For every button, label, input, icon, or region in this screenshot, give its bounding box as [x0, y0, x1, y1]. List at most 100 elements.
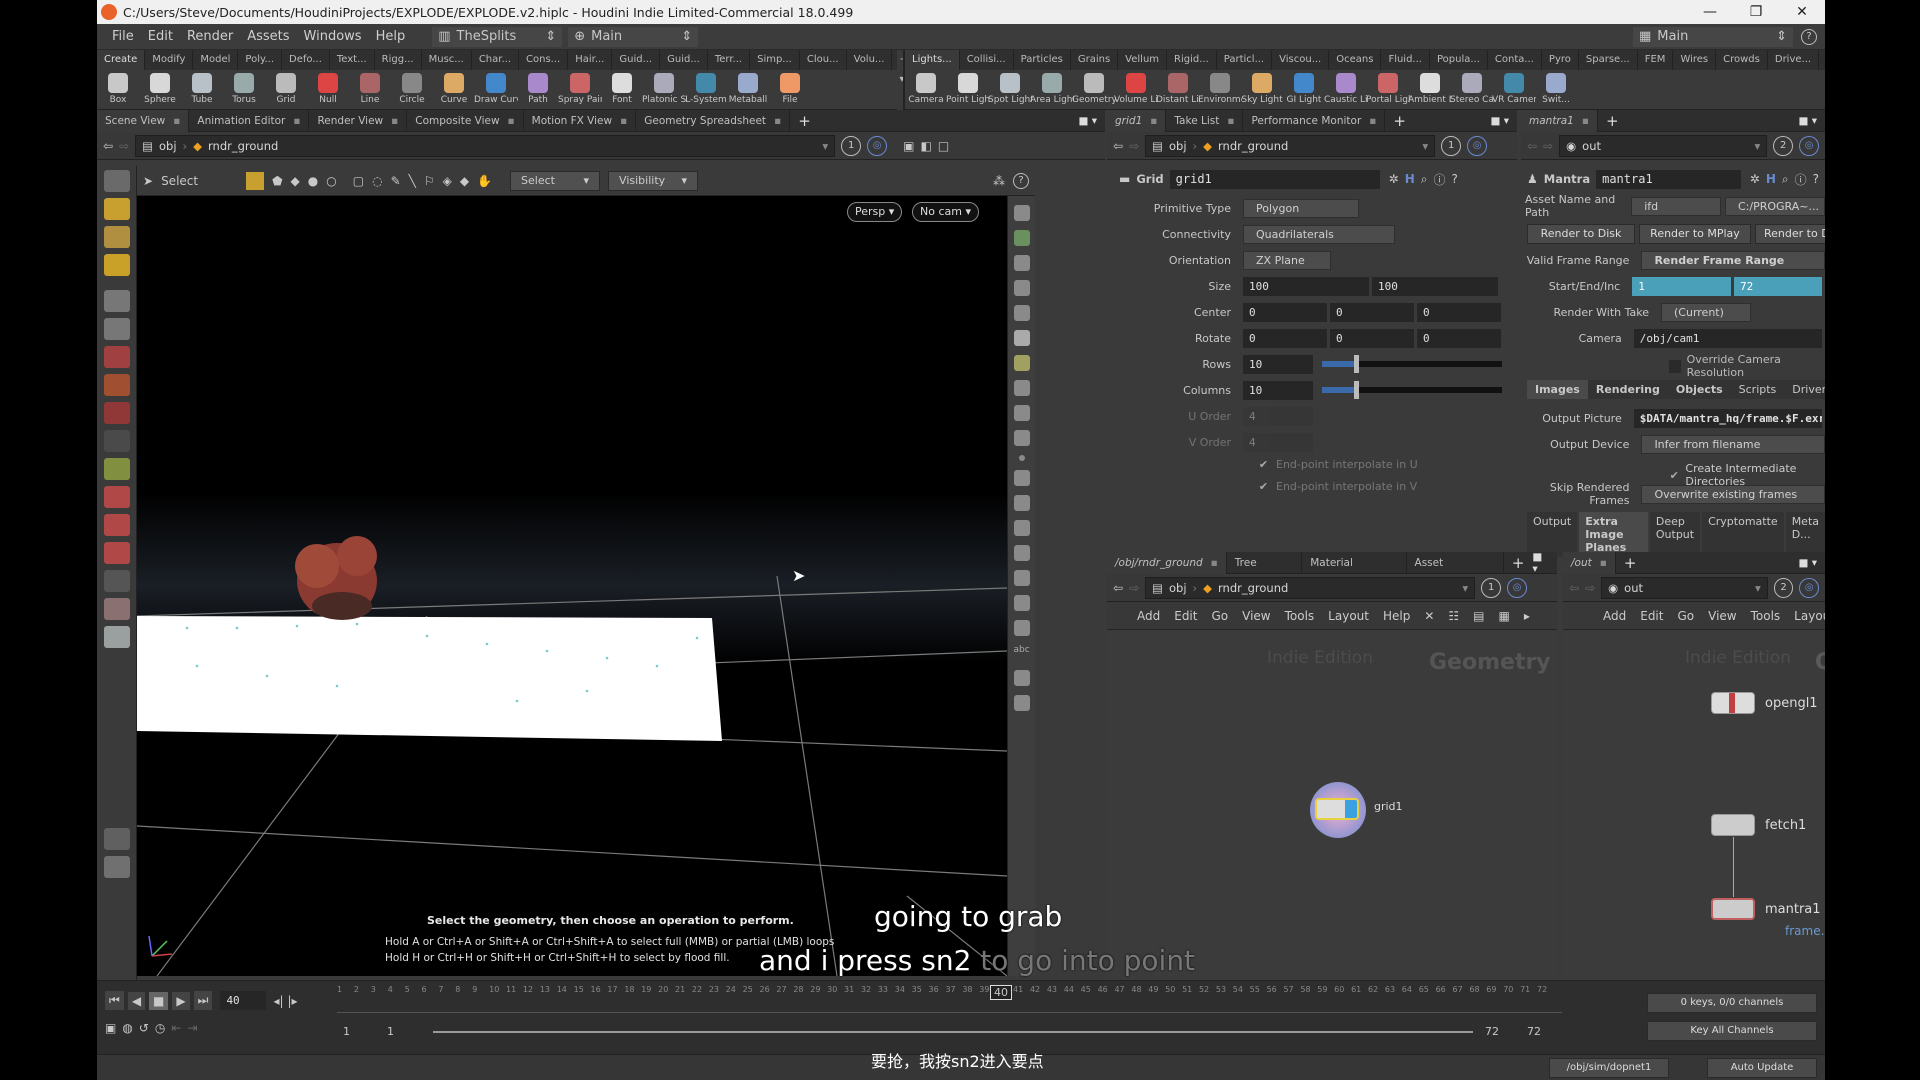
valid-frame-menu[interactable]: Render Frame Range	[1641, 250, 1825, 270]
menu-view[interactable]: View	[1242, 609, 1270, 623]
shelf-right-tab[interactable]: Particl...	[1217, 50, 1273, 70]
text-label-icon[interactable]: abc	[1014, 645, 1030, 661]
face-select-icon[interactable]: ⬟	[272, 174, 282, 188]
shelf-left-tab[interactable]: Guid...	[612, 50, 661, 70]
shelf-tool-null[interactable]: Null	[307, 70, 349, 110]
shelf-left-tab[interactable]: Create	[97, 50, 146, 70]
size-y-field[interactable]: 100	[1372, 276, 1498, 296]
add-tab-icon[interactable]: +	[1385, 112, 1414, 130]
add-tab-icon[interactable]: +	[1616, 554, 1645, 572]
close-button[interactable]: ✕	[1779, 4, 1825, 20]
auto-update-dropdown[interactable]: Auto Update	[1707, 1058, 1817, 1078]
snap-curve-icon[interactable]	[103, 514, 130, 536]
shelf-tool-curve[interactable]: Curve	[433, 70, 475, 110]
out-path-field[interactable]: ◉ out ▾	[1601, 576, 1768, 599]
maximize-button[interactable]: ❐	[1733, 4, 1779, 20]
rows-field[interactable]: 10	[1243, 354, 1313, 374]
end-frame-field[interactable]: 72	[1734, 276, 1822, 296]
construction-plane-icon[interactable]	[103, 598, 130, 620]
shelf-tool-environment-light[interactable]: Environment Light	[1198, 70, 1242, 110]
checkbox-icon[interactable]	[1669, 359, 1681, 373]
menu-go[interactable]: Go	[1211, 609, 1228, 623]
checkbox-icon[interactable]: ✔	[1257, 458, 1270, 471]
corner-icon[interactable]	[1013, 545, 1030, 561]
menu-edit[interactable]: Edit	[1174, 609, 1197, 623]
pick-icon[interactable]: ⚐	[424, 174, 435, 188]
lasso-select-icon[interactable]: ◌	[372, 174, 382, 188]
shelf-left-tab[interactable]: Cons...	[519, 50, 569, 70]
rotate-z-field[interactable]: 0	[1417, 328, 1501, 348]
pin-1-button[interactable]: 1	[1441, 135, 1462, 156]
params-path-field[interactable]: ▤ obj › ◆ rndr_ground ▾	[1145, 134, 1436, 157]
snap-icon[interactable]	[1013, 595, 1030, 611]
tab-rendering[interactable]: Rendering	[1587, 380, 1668, 399]
menu-edit[interactable]: Edit	[1640, 609, 1663, 623]
menu-file[interactable]: File	[105, 29, 141, 44]
primitive-type-menu[interactable]: Polygon	[1243, 198, 1359, 218]
tab-take-list[interactable]: Take List ▪	[1166, 109, 1244, 132]
tab-meta-data[interactable]: Meta D...	[1785, 512, 1825, 557]
path-obj[interactable]: obj	[1169, 581, 1187, 595]
light-link-icon[interactable]	[1013, 380, 1030, 396]
check-endpoint-v[interactable]: ✔ End-point interpolate in V	[1257, 480, 1417, 493]
shelf-right-tab[interactable]: Lights...	[905, 50, 960, 70]
shelf-tool-draw-curve[interactable]: Draw Curve	[474, 70, 518, 110]
shelf-right-tab[interactable]: Vellum	[1118, 50, 1168, 70]
forward-arrow-icon[interactable]: ⇨	[1585, 581, 1595, 595]
shelf-left-tab[interactable]: Text...	[330, 50, 375, 70]
shelf-tool-line[interactable]: Line	[349, 70, 391, 110]
camera-field[interactable]: /obj/cam1	[1633, 328, 1822, 348]
pane-menu-icon[interactable]: ■ ▾	[1078, 115, 1105, 127]
asset-path-menu[interactable]: C:/PROGRA~...	[1725, 196, 1825, 216]
point-normals-icon[interactable]	[1013, 495, 1030, 511]
forward-arrow-icon[interactable]: ⇨	[1129, 581, 1139, 595]
minimize-button[interactable]: —	[1687, 4, 1733, 20]
forward-arrow-icon[interactable]: ⇨	[119, 139, 129, 153]
desktop-selector[interactable]: ▥ TheSplits ⇕	[432, 26, 563, 47]
vis-options-icon[interactable]	[1013, 430, 1030, 446]
box-select-icon[interactable]: ▢	[353, 174, 364, 188]
select-arrow-icon[interactable]: ➤	[143, 174, 153, 188]
link-icon[interactable]: ◎	[1467, 135, 1488, 156]
persp-menu[interactable]: Persp ▾	[847, 202, 903, 222]
checkbox-icon[interactable]: ✔	[1257, 480, 1270, 493]
loop-select-icon[interactable]: ○	[326, 174, 336, 188]
output-device-menu[interactable]: Infer from filename	[1641, 434, 1825, 454]
current-frame-marker[interactable]: 40	[990, 985, 1012, 1000]
shelf-right-tab[interactable]: Pyro FX	[1542, 50, 1579, 85]
dropdown-icon[interactable]: ▾	[1462, 581, 1468, 595]
link-icon[interactable]: ◎	[867, 135, 888, 156]
shelf-tool-l-system[interactable]: L-System	[685, 70, 727, 110]
shelf-tool-vr-camera[interactable]: VR Camera	[1492, 70, 1536, 110]
tab-mantra1[interactable]: mantra1 ▪	[1521, 109, 1598, 132]
point-display-icon[interactable]	[1018, 455, 1025, 461]
pin-1-button[interactable]: 1	[1481, 577, 1502, 598]
point-select-icon[interactable]: ●	[308, 174, 318, 188]
shelf-left-tab[interactable]: Modify	[145, 50, 194, 70]
tab-composite-view[interactable]: Composite View ▪	[407, 109, 524, 132]
houdini-h-icon[interactable]: H	[1405, 172, 1415, 186]
shelf-left-tab[interactable]: Hair...	[568, 50, 613, 70]
tab-motion-fx-view[interactable]: Motion FX View ▪	[524, 109, 637, 132]
mantra1-node[interactable]	[1711, 898, 1755, 920]
loop-icon[interactable]: ↺	[139, 1021, 149, 1035]
menu-help[interactable]: Help	[1383, 609, 1410, 623]
shelf-tool-torus[interactable]: Torus	[223, 70, 265, 110]
shelf-tool-distant-light[interactable]: Distant Light	[1156, 70, 1200, 110]
render-to-disk-button[interactable]: Render to Disk	[1527, 224, 1635, 244]
tree-icon[interactable]: ☷	[1448, 609, 1459, 623]
shelf-right-tab[interactable]: Grains	[1071, 50, 1119, 70]
tab-images[interactable]: Images	[1527, 380, 1588, 399]
shelf-left-tab[interactable]: Simp...	[750, 50, 800, 70]
shelf-right-tab[interactable]: FEM	[1638, 50, 1674, 70]
shelf-left-tab[interactable]: Guid...	[660, 50, 708, 70]
key-next-icon[interactable]: ⇥	[187, 1021, 197, 1035]
rows-slider[interactable]	[1322, 355, 1502, 373]
path-obj[interactable]: obj	[159, 139, 177, 153]
rotate-x-field[interactable]: 0	[1243, 328, 1327, 348]
help-icon[interactable]: ?	[1452, 172, 1458, 186]
path-out[interactable]: out	[1582, 139, 1601, 153]
tab-out[interactable]: /out ▪	[1563, 551, 1616, 574]
shelf-tool-box[interactable]: Box	[97, 70, 139, 110]
skip-frames-menu[interactable]: Overwrite existing frames	[1641, 484, 1825, 504]
